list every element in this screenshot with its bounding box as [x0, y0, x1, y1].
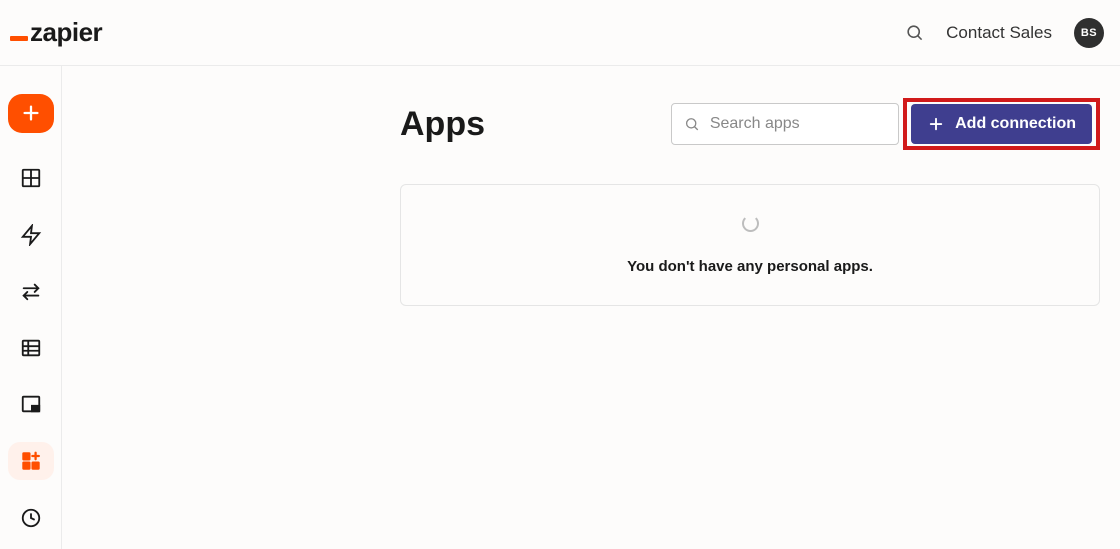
nav-interfaces[interactable] [8, 385, 54, 424]
table-icon [20, 337, 42, 359]
global-search-icon[interactable] [905, 23, 924, 42]
nav-transfers[interactable] [8, 272, 54, 311]
loading-spinner-icon [742, 215, 759, 232]
avatar[interactable]: BS [1074, 18, 1104, 48]
bolt-icon [20, 224, 42, 246]
search-apps-input[interactable] [710, 115, 886, 133]
interface-icon [20, 393, 42, 415]
transfer-icon [20, 280, 42, 302]
nav-tables[interactable] [8, 329, 54, 368]
nav-apps[interactable] [8, 442, 54, 481]
search-apps-input-wrap[interactable] [671, 103, 899, 145]
contact-sales-link[interactable]: Contact Sales [946, 23, 1052, 43]
nav-zaps[interactable] [8, 215, 54, 254]
create-button[interactable] [8, 94, 54, 133]
nav-dashboard[interactable] [8, 159, 54, 198]
avatar-initials: BS [1081, 27, 1097, 39]
add-connection-highlight: Add connection [903, 98, 1100, 150]
nav-history[interactable] [8, 498, 54, 537]
empty-state-card: You don't have any personal apps. [400, 184, 1100, 306]
search-icon [684, 115, 700, 133]
plus-icon [927, 115, 945, 133]
brand-logo[interactable]: zapier [10, 17, 102, 48]
empty-state-message: You don't have any personal apps. [627, 258, 873, 275]
clock-icon [20, 507, 42, 529]
apps-icon [20, 450, 42, 472]
dashboard-icon [20, 167, 42, 189]
brand-tick-icon [10, 36, 28, 41]
brand-text: zapier [30, 17, 102, 48]
add-connection-label: Add connection [955, 115, 1076, 133]
add-connection-button[interactable]: Add connection [911, 104, 1092, 144]
page-title: Apps [400, 105, 485, 144]
